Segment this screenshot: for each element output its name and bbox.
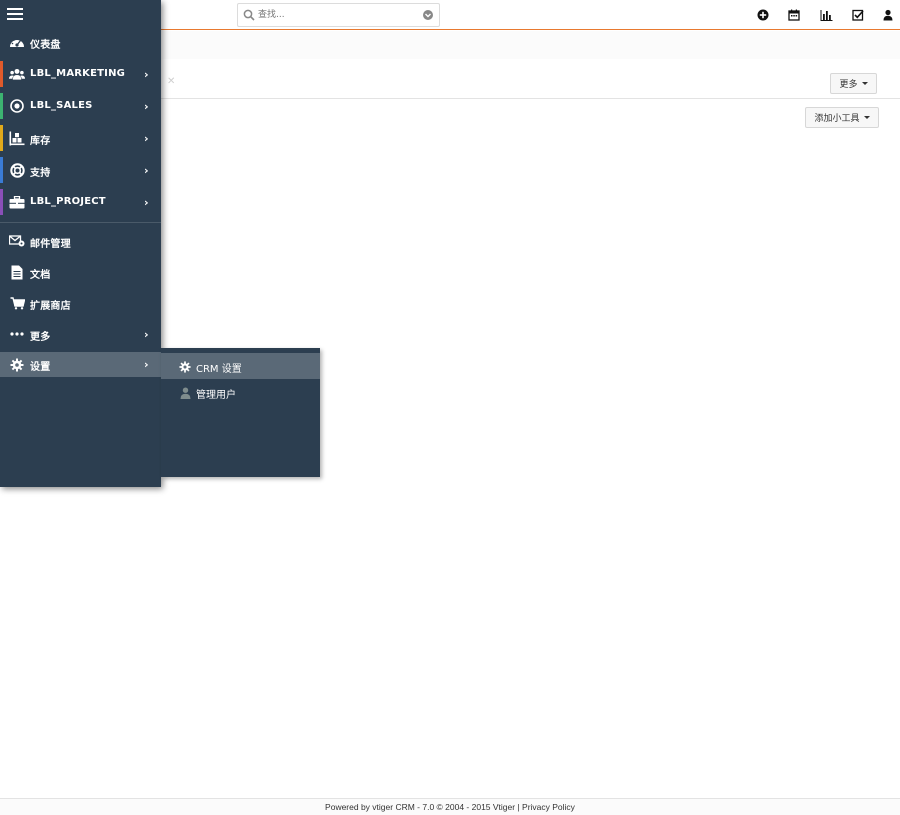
gear-icon — [9, 357, 25, 373]
sidebar-item-label: 更多 — [30, 332, 51, 343]
sidebar-item-marketing[interactable]: LBL_MARKETING › — [0, 59, 161, 89]
sales-color-bar — [0, 93, 3, 119]
sidebar-item-inventory[interactable]: 库存 › — [0, 123, 161, 153]
global-search[interactable] — [237, 3, 440, 27]
close-tab-icon[interactable]: ✕ — [167, 76, 175, 87]
chevron-right-icon: › — [144, 196, 149, 209]
sidebar-divider — [0, 222, 161, 223]
support-color-bar — [0, 157, 3, 183]
plus-circle-icon[interactable] — [755, 7, 771, 23]
document-icon — [9, 264, 25, 280]
calendar-icon[interactable] — [786, 7, 802, 23]
sidebar-item-project[interactable]: LBL_PROJECT › — [0, 187, 161, 217]
caret-down-icon — [863, 116, 870, 119]
marketing-color-bar — [0, 61, 3, 87]
sidebar-item-label: 邮件管理 — [30, 239, 71, 250]
more-button-label: 更多 — [839, 80, 858, 90]
footer: Powered by vtiger CRM - 7.0 © 2004 - 201… — [0, 798, 900, 815]
sidebar-item-label: 库存 — [30, 136, 51, 147]
project-color-bar — [0, 189, 3, 215]
add-widget-button[interactable]: 添加小工具 — [805, 107, 879, 128]
caret-down-icon — [861, 82, 868, 85]
users-icon — [9, 66, 25, 82]
chevron-right-icon: › — [144, 132, 149, 145]
sidebar-item-sales[interactable]: LBL_SALES › — [0, 91, 161, 121]
sidebar-item-label: 支持 — [30, 168, 51, 179]
settings-submenu: CRM 设置 管理用户 — [161, 348, 320, 477]
sidebar-item-mail-manager[interactable]: 邮件管理 — [0, 226, 161, 256]
mail-settings-icon — [9, 233, 25, 249]
lifebuoy-icon — [9, 162, 25, 178]
dashboard-icon — [9, 34, 25, 50]
bar-chart-icon[interactable] — [818, 7, 834, 23]
more-button[interactable]: 更多 — [830, 73, 877, 94]
sidebar-item-label: 设置 — [30, 362, 51, 373]
sidebar-item-settings[interactable]: 设置 › — [0, 352, 161, 377]
sidebar-item-dashboard[interactable]: 仪表盘 — [0, 27, 161, 57]
sidebar-item-label: LBL_MARKETING — [30, 68, 126, 79]
app-side-menu: 仪表盘 LBL_MARKETING › LBL_SALES › 库存 › 支持 … — [0, 0, 161, 487]
chevron-right-icon: › — [144, 328, 149, 341]
privacy-policy-link[interactable]: Privacy Policy — [522, 802, 575, 812]
inventory-color-bar — [0, 125, 3, 151]
hamburger-menu-icon[interactable] — [7, 8, 23, 21]
sidebar-item-label: 仪表盘 — [30, 40, 61, 51]
sidebar-item-extension-store[interactable]: 扩展商店 — [0, 288, 161, 318]
search-options-icon[interactable] — [422, 9, 434, 24]
briefcase-icon — [9, 194, 25, 210]
target-icon — [9, 98, 25, 114]
task-check-icon[interactable] — [850, 7, 866, 23]
sidebar-item-label: 文档 — [30, 270, 51, 281]
sidebar-item-label: LBL_PROJECT — [30, 196, 106, 207]
sidebar-item-label: 扩展商店 — [30, 301, 71, 312]
ellipsis-icon — [9, 326, 25, 342]
app-root: ✕ 更多 添加小工具 仪表盘 LBL_MARKETING › — [0, 0, 900, 815]
chevron-right-icon: › — [144, 358, 149, 371]
search-icon — [243, 9, 255, 24]
inventory-icon — [9, 130, 25, 146]
footer-copyright: Powered by vtiger CRM - 7.0 © 2004 - 201… — [325, 802, 523, 812]
user-icon — [178, 386, 192, 400]
submenu-item-crm-settings[interactable]: CRM 设置 — [161, 353, 320, 379]
cart-icon — [9, 295, 25, 311]
submenu-item-label: CRM 设置 — [196, 364, 242, 375]
chevron-right-icon: › — [144, 68, 149, 81]
toolbar-icons — [752, 7, 893, 23]
sidebar-item-more[interactable]: 更多 › — [0, 319, 161, 349]
sidebar-item-documents[interactable]: 文档 — [0, 257, 161, 287]
user-icon[interactable] — [880, 7, 896, 23]
chevron-right-icon: › — [144, 100, 149, 113]
sidebar-item-label: LBL_SALES — [30, 100, 93, 111]
chevron-right-icon: › — [144, 164, 149, 177]
search-input[interactable] — [258, 7, 418, 23]
sidebar-item-support[interactable]: 支持 › — [0, 155, 161, 185]
submenu-item-manage-users[interactable]: 管理用户 — [161, 379, 320, 405]
add-widget-label: 添加小工具 — [814, 114, 860, 124]
submenu-item-label: 管理用户 — [196, 390, 236, 401]
gear-icon — [178, 360, 192, 374]
